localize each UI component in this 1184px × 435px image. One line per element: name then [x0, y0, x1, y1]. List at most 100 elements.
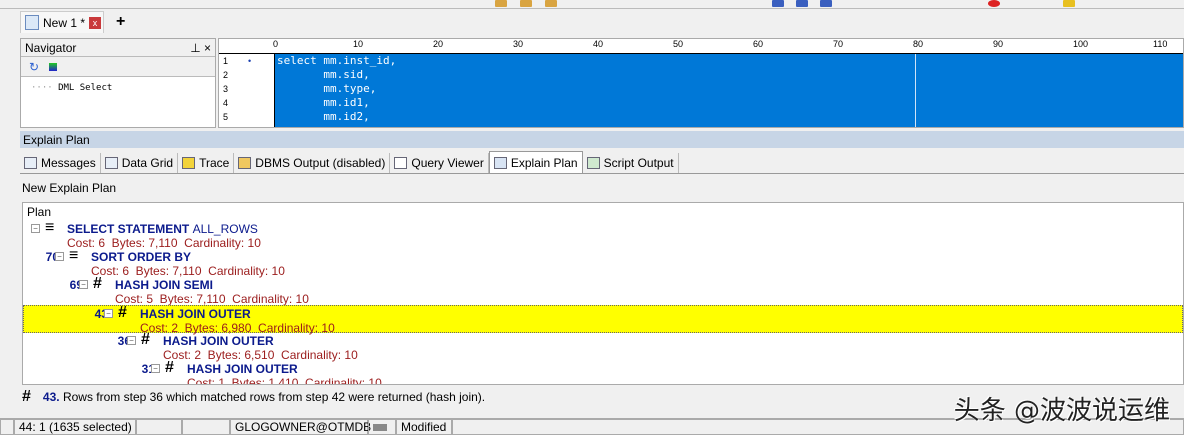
toolbar-icon[interactable] — [495, 0, 507, 7]
new-tab-button[interactable]: + — [116, 13, 125, 31]
hash-join-icon: # — [141, 331, 150, 348]
line-number: 3 — [223, 84, 229, 94]
tab-query-viewer[interactable]: Query Viewer — [390, 153, 489, 173]
collapse-toggle[interactable]: − — [79, 280, 88, 289]
operation-icon: ≡ — [45, 219, 55, 236]
uppercase-icon[interactable] — [772, 0, 784, 7]
tab-label: Trace — [199, 156, 230, 170]
plan-row[interactable]: − ≡ SELECT STATEMENT ALL_ROWS Cost: 6 By… — [23, 219, 1183, 250]
cursor-position: 44: 1 (1635 selected) — [14, 419, 136, 435]
output-tabs: Messages Data Grid Trace DBMS Output (di… — [20, 151, 1184, 174]
trace-icon — [182, 157, 196, 169]
close-tab-button[interactable]: x — [89, 16, 102, 29]
close-icon[interactable]: × — [204, 41, 211, 55]
operation-name: HASH JOIN OUTER — [187, 362, 298, 376]
ruler-tick-label: 80 — [913, 39, 924, 49]
cost-details: Cost: 2 Bytes: 6,510 Cardinality: 10 — [163, 348, 358, 362]
operation-name: HASH JOIN OUTER — [140, 307, 251, 321]
ruler-tick-label: 0 — [273, 39, 279, 49]
tab-label: Query Viewer — [411, 156, 484, 170]
refresh-icon[interactable]: ↻ — [29, 60, 39, 74]
ruler-tick-label: 10 — [353, 39, 364, 49]
plan-row[interactable]: 36 − # HASH JOIN OUTER Cost: 2 Bytes: 6,… — [23, 331, 1183, 362]
tab-new-1[interactable]: New 1 * x — [20, 11, 104, 33]
code-line: mm.sid, — [277, 68, 370, 81]
code-area[interactable]: select mm.inst_id, mm.sid, mm.type, mm.i… — [274, 54, 1183, 127]
operation-name: SELECT STATEMENT — [67, 222, 190, 236]
collapse-toggle[interactable]: − — [104, 309, 113, 318]
toolbar-icon[interactable] — [520, 0, 532, 7]
operation-name: HASH JOIN SEMI — [115, 278, 214, 292]
cost-details: Cost: 5 Bytes: 7,110 Cardinality: 10 — [115, 292, 309, 306]
plan-row[interactable]: 43 − # HASH JOIN OUTER Cost: 2 Bytes: 6,… — [23, 304, 1183, 335]
navigator-item-dml-select[interactable]: DML Select — [58, 83, 112, 93]
tab-label: Data Grid — [121, 156, 174, 170]
plan-row[interactable]: 31 − # HASH JOIN OUTER Cost: 1 Bytes: 1,… — [23, 359, 1183, 385]
connection-label: GLOGOWNER@OTMDB — [230, 419, 371, 435]
tab-label: Script Output — [603, 156, 674, 170]
ruler-tick-label: 50 — [673, 39, 684, 49]
ruler-tick-label: 110 — [1153, 39, 1168, 49]
pencil-icon[interactable] — [1063, 0, 1075, 7]
plan-tree[interactable]: Plan − ≡ SELECT STATEMENT ALL_ROWS Cost:… — [22, 202, 1184, 385]
plan-subtitle: New Explain Plan — [22, 181, 117, 195]
cost-details: Cost: 1 Bytes: 1,410 Cardinality: 10 — [187, 376, 382, 385]
keyboard-icon — [373, 424, 387, 431]
ruler-tick-label: 100 — [1073, 39, 1089, 49]
initcap-icon[interactable] — [820, 0, 832, 7]
line-number: 2 — [223, 70, 229, 80]
operation-icon: ≡ — [69, 247, 79, 264]
record-icon[interactable] — [988, 0, 1000, 7]
right-margin-line — [915, 54, 916, 127]
tab-script-output[interactable]: Script Output — [583, 153, 679, 173]
collapse-toggle[interactable]: − — [127, 336, 136, 345]
line-number: 1 — [223, 56, 229, 66]
navigator-panel: Navigator ⊥ × ↻ ···· DML Select — [20, 38, 216, 128]
plan-row[interactable]: 69 − # HASH JOIN SEMI Cost: 5 Bytes: 7,1… — [23, 275, 1183, 306]
code-line: mm.id2, — [277, 110, 370, 123]
sql-editor[interactable]: 0 10 20 30 40 50 60 70 80 90 100 110 1 • 2 3 4 5 sel… — [218, 38, 1184, 128]
toolbar-icon[interactable] — [545, 0, 557, 7]
collapse-toggle[interactable]: − — [151, 364, 160, 373]
code-line: mm.id1, — [277, 96, 370, 109]
optimizer-mode: ALL_ROWS — [192, 222, 258, 236]
ruler-tick-label: 40 — [593, 39, 604, 49]
ruler-tick-label: 90 — [993, 39, 1004, 49]
description-text: Rows from step 36 which matched rows fro… — [62, 390, 486, 404]
tab-messages[interactable]: Messages — [20, 153, 101, 173]
tab-trace[interactable]: Trace — [178, 153, 235, 173]
code-line: mm.type, — [277, 82, 377, 95]
hash-join-icon: # — [22, 388, 31, 405]
tab-explain-plan[interactable]: Explain Plan — [488, 151, 583, 173]
lowercase-icon[interactable] — [796, 0, 808, 7]
collapse-toggle[interactable]: − — [31, 224, 40, 233]
watermark: 头条 @波波说运维 — [953, 396, 1170, 426]
explain-plan-icon — [493, 156, 507, 169]
line-number: 4 — [223, 98, 229, 108]
tab-dbms-output[interactable]: DBMS Output (disabled) — [234, 153, 391, 173]
tab-data-grid[interactable]: Data Grid — [101, 153, 179, 173]
database-icon — [238, 157, 252, 169]
main-toolbar — [0, 0, 1184, 9]
hash-join-icon: # — [93, 275, 102, 292]
column-ruler: 0 10 20 30 40 50 60 70 80 90 100 110 — [219, 39, 1183, 54]
line-gutter: 1 • 2 3 4 5 — [219, 54, 273, 127]
pin-icon[interactable]: ⊥ — [190, 41, 200, 55]
cost-details: Cost: 6 Bytes: 7,110 Cardinality: 10 — [67, 236, 261, 250]
collapse-toggle[interactable]: − — [55, 252, 64, 261]
ruler-tick-label: 70 — [833, 39, 844, 49]
script-icon — [586, 157, 600, 169]
step-number: 43. — [42, 390, 60, 404]
code-line: select mm.inst_id, — [277, 54, 397, 67]
step-description: # 43. Rows from step 36 which matched ro… — [22, 388, 485, 406]
tab-title: New 1 * — [43, 15, 86, 30]
operation-name: HASH JOIN OUTER — [163, 334, 274, 348]
navigator-title: Navigator — [25, 41, 77, 55]
ruler-tick-label: 20 — [433, 39, 444, 49]
operation-name: SORT ORDER BY — [91, 250, 192, 264]
hash-join-icon: # — [118, 304, 127, 321]
plan-row[interactable]: 70 − ≡ SORT ORDER BY Cost: 6 Bytes: 7,11… — [23, 247, 1183, 278]
modified-status: Modified — [396, 419, 452, 435]
line-number: 5 — [223, 112, 229, 122]
color-icon[interactable] — [49, 62, 58, 71]
